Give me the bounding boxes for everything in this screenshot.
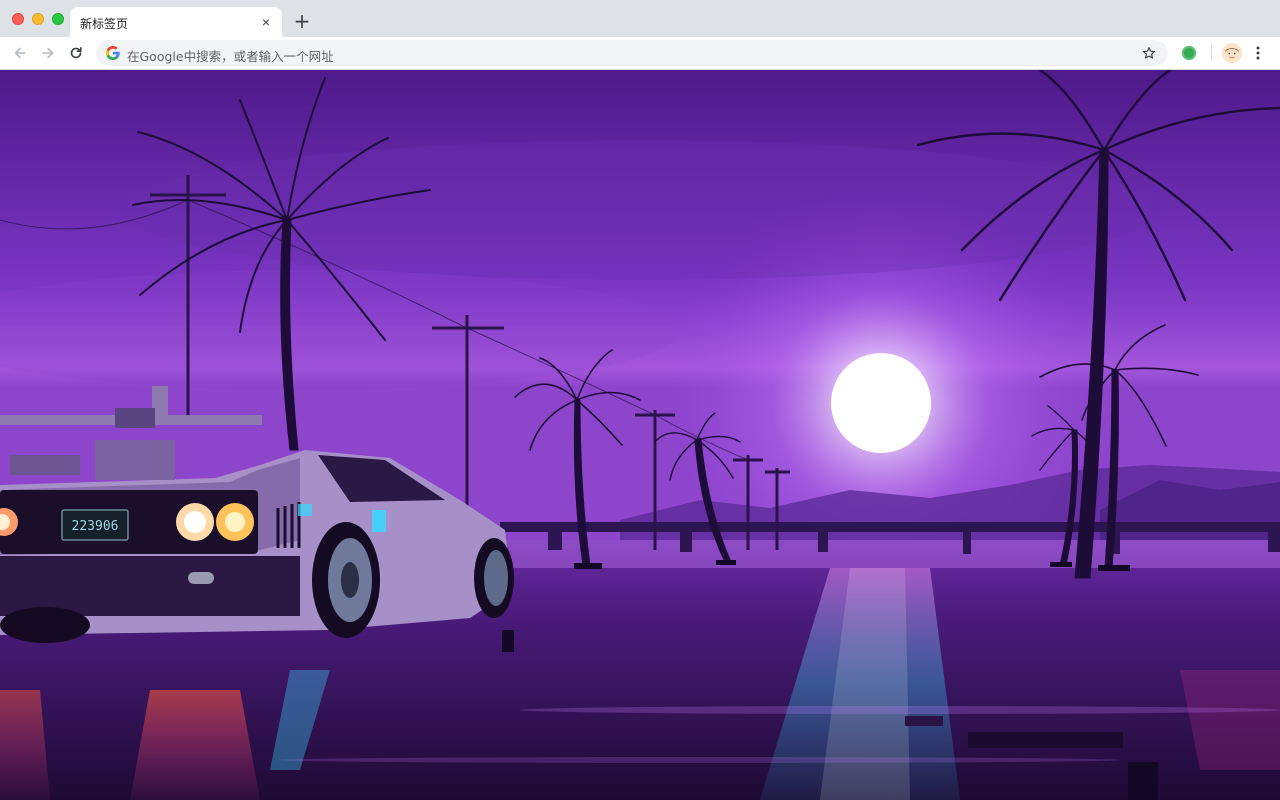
green-circle-extension-icon[interactable] — [1182, 46, 1196, 60]
new-tab-button[interactable]: + — [292, 11, 312, 31]
star-icon — [1142, 47, 1156, 59]
avatar[interactable] — [1222, 43, 1242, 63]
tab-new-tab[interactable]: 新标签页 × — [70, 7, 282, 37]
profile-avatar-icon — [1222, 43, 1242, 63]
reload-button[interactable] — [64, 41, 88, 65]
omnibox-placeholder: 在Google中搜索，或者输入一个网址 — [127, 49, 334, 64]
tab-strip: 新标签页 × + — [0, 0, 1280, 37]
kebab-menu-icon — [1256, 46, 1260, 60]
menu-button[interactable] — [1252, 43, 1264, 63]
arrow-left-icon — [14, 47, 26, 59]
window-maximize-button[interactable] — [52, 13, 64, 25]
window-minimize-button[interactable] — [32, 13, 44, 25]
license-plate: 223906 — [72, 519, 119, 534]
arrow-right-icon — [42, 47, 54, 59]
toolbar: 在Google中搜索，或者输入一个网址 — [0, 37, 1280, 70]
synthwave-wallpaper: 223906 — [0, 70, 1280, 800]
tab-title: 新标签页 — [80, 17, 129, 31]
reload-icon — [70, 47, 82, 59]
new-tab-background: 223906 — [0, 70, 1280, 800]
toolbar-divider — [1211, 45, 1212, 61]
back-button[interactable] — [8, 41, 32, 65]
omnibox[interactable]: 在Google中搜索，或者输入一个网址 — [96, 40, 1168, 66]
window-close-button[interactable] — [12, 13, 24, 25]
close-icon[interactable]: × — [258, 14, 274, 30]
forward-button[interactable] — [36, 41, 60, 65]
bookmark-button[interactable] — [1140, 44, 1158, 62]
google-g-icon — [106, 46, 120, 60]
